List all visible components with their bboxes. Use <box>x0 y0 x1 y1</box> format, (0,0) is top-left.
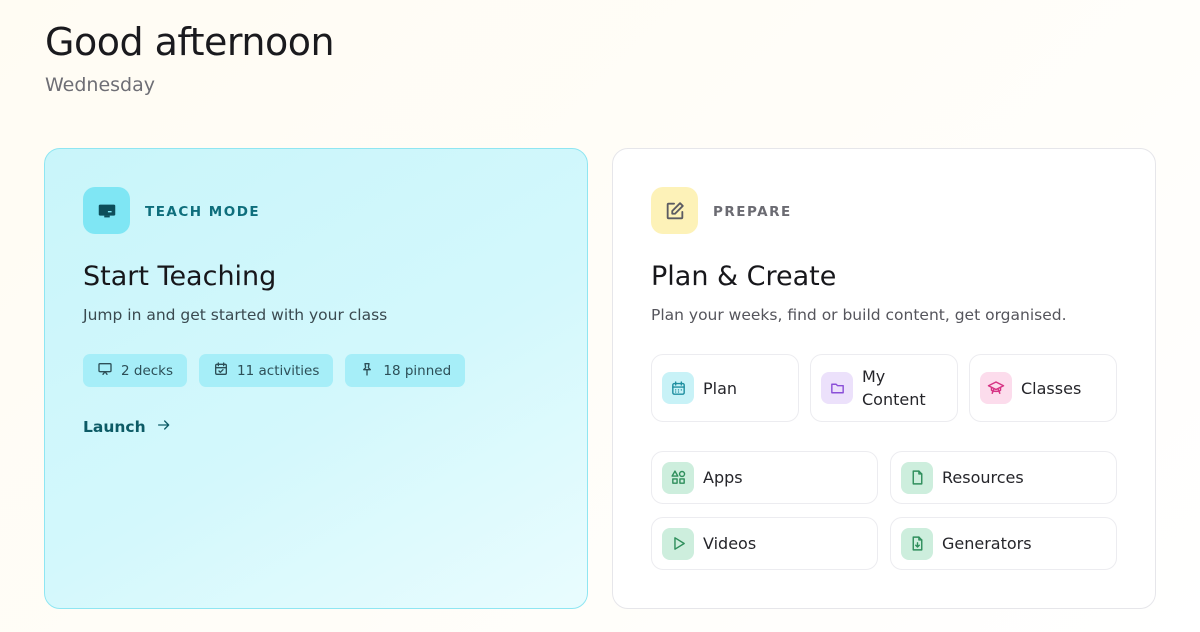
folder-icon <box>821 372 853 404</box>
plan-tile-label: Plan <box>703 378 738 398</box>
videos-tile-label: Videos <box>703 534 757 553</box>
arrow-right-icon <box>156 417 172 437</box>
apps-shapes-icon <box>662 461 694 494</box>
videos-tile[interactable]: Videos <box>651 517 878 570</box>
prepare-description: Plan your weeks, find or build content, … <box>651 306 1067 324</box>
teach-stats: 2 decks 11 activities 18 pinned <box>83 354 466 387</box>
classes-tile[interactable]: Classes <box>969 354 1117 422</box>
edit-square-icon <box>651 187 698 234</box>
activities-chip-label: 11 activities <box>237 362 320 379</box>
document-icon <box>901 461 933 494</box>
pin-icon <box>359 361 375 381</box>
pinned-chip-label: 18 pinned <box>383 362 452 379</box>
generators-tile-label: Generators <box>942 534 1032 553</box>
start-teaching-title: Start Teaching <box>83 261 277 292</box>
calendar-icon <box>662 372 694 404</box>
plan-tile[interactable]: Plan <box>651 354 799 422</box>
launch-label: Launch <box>83 418 146 436</box>
classes-tile-label: Classes <box>1021 378 1082 398</box>
resources-tile-label: Resources <box>942 468 1024 487</box>
my-content-line1: My <box>862 367 886 386</box>
teach-mode-card[interactable]: TEACH MODE Start Teaching Jump in and ge… <box>44 148 588 609</box>
graduation-cap-icon <box>980 372 1012 404</box>
pinned-chip[interactable]: 18 pinned <box>345 354 466 387</box>
my-content-line2: Content <box>862 390 926 409</box>
launch-button[interactable]: Launch <box>83 417 172 437</box>
teach-description: Jump in and get started with your class <box>83 306 388 324</box>
play-icon <box>662 527 694 560</box>
apps-tile[interactable]: Apps <box>651 451 878 504</box>
presentation-screen-icon <box>83 187 130 234</box>
generators-tile[interactable]: Generators <box>890 517 1117 570</box>
apps-tile-label: Apps <box>703 468 743 487</box>
activities-chip[interactable]: 11 activities <box>199 354 334 387</box>
my-content-tile[interactable]: My Content <box>810 354 958 422</box>
prepare-card: PREPARE Plan & Create Plan your weeks, f… <box>612 148 1156 609</box>
teach-mode-eyebrow: TEACH MODE <box>145 204 261 220</box>
file-download-icon <box>901 527 933 560</box>
day-subtitle: Wednesday <box>45 74 156 96</box>
my-content-tile-label: My Content <box>862 365 926 411</box>
decks-chip-label: 2 decks <box>121 362 174 379</box>
resources-tile[interactable]: Resources <box>890 451 1117 504</box>
greeting-title: Good afternoon <box>45 20 335 64</box>
slides-icon <box>97 361 113 381</box>
plan-create-title: Plan & Create <box>651 261 837 292</box>
prepare-eyebrow: PREPARE <box>713 204 792 220</box>
decks-chip[interactable]: 2 decks <box>83 354 188 387</box>
calendar-check-icon <box>213 361 229 381</box>
